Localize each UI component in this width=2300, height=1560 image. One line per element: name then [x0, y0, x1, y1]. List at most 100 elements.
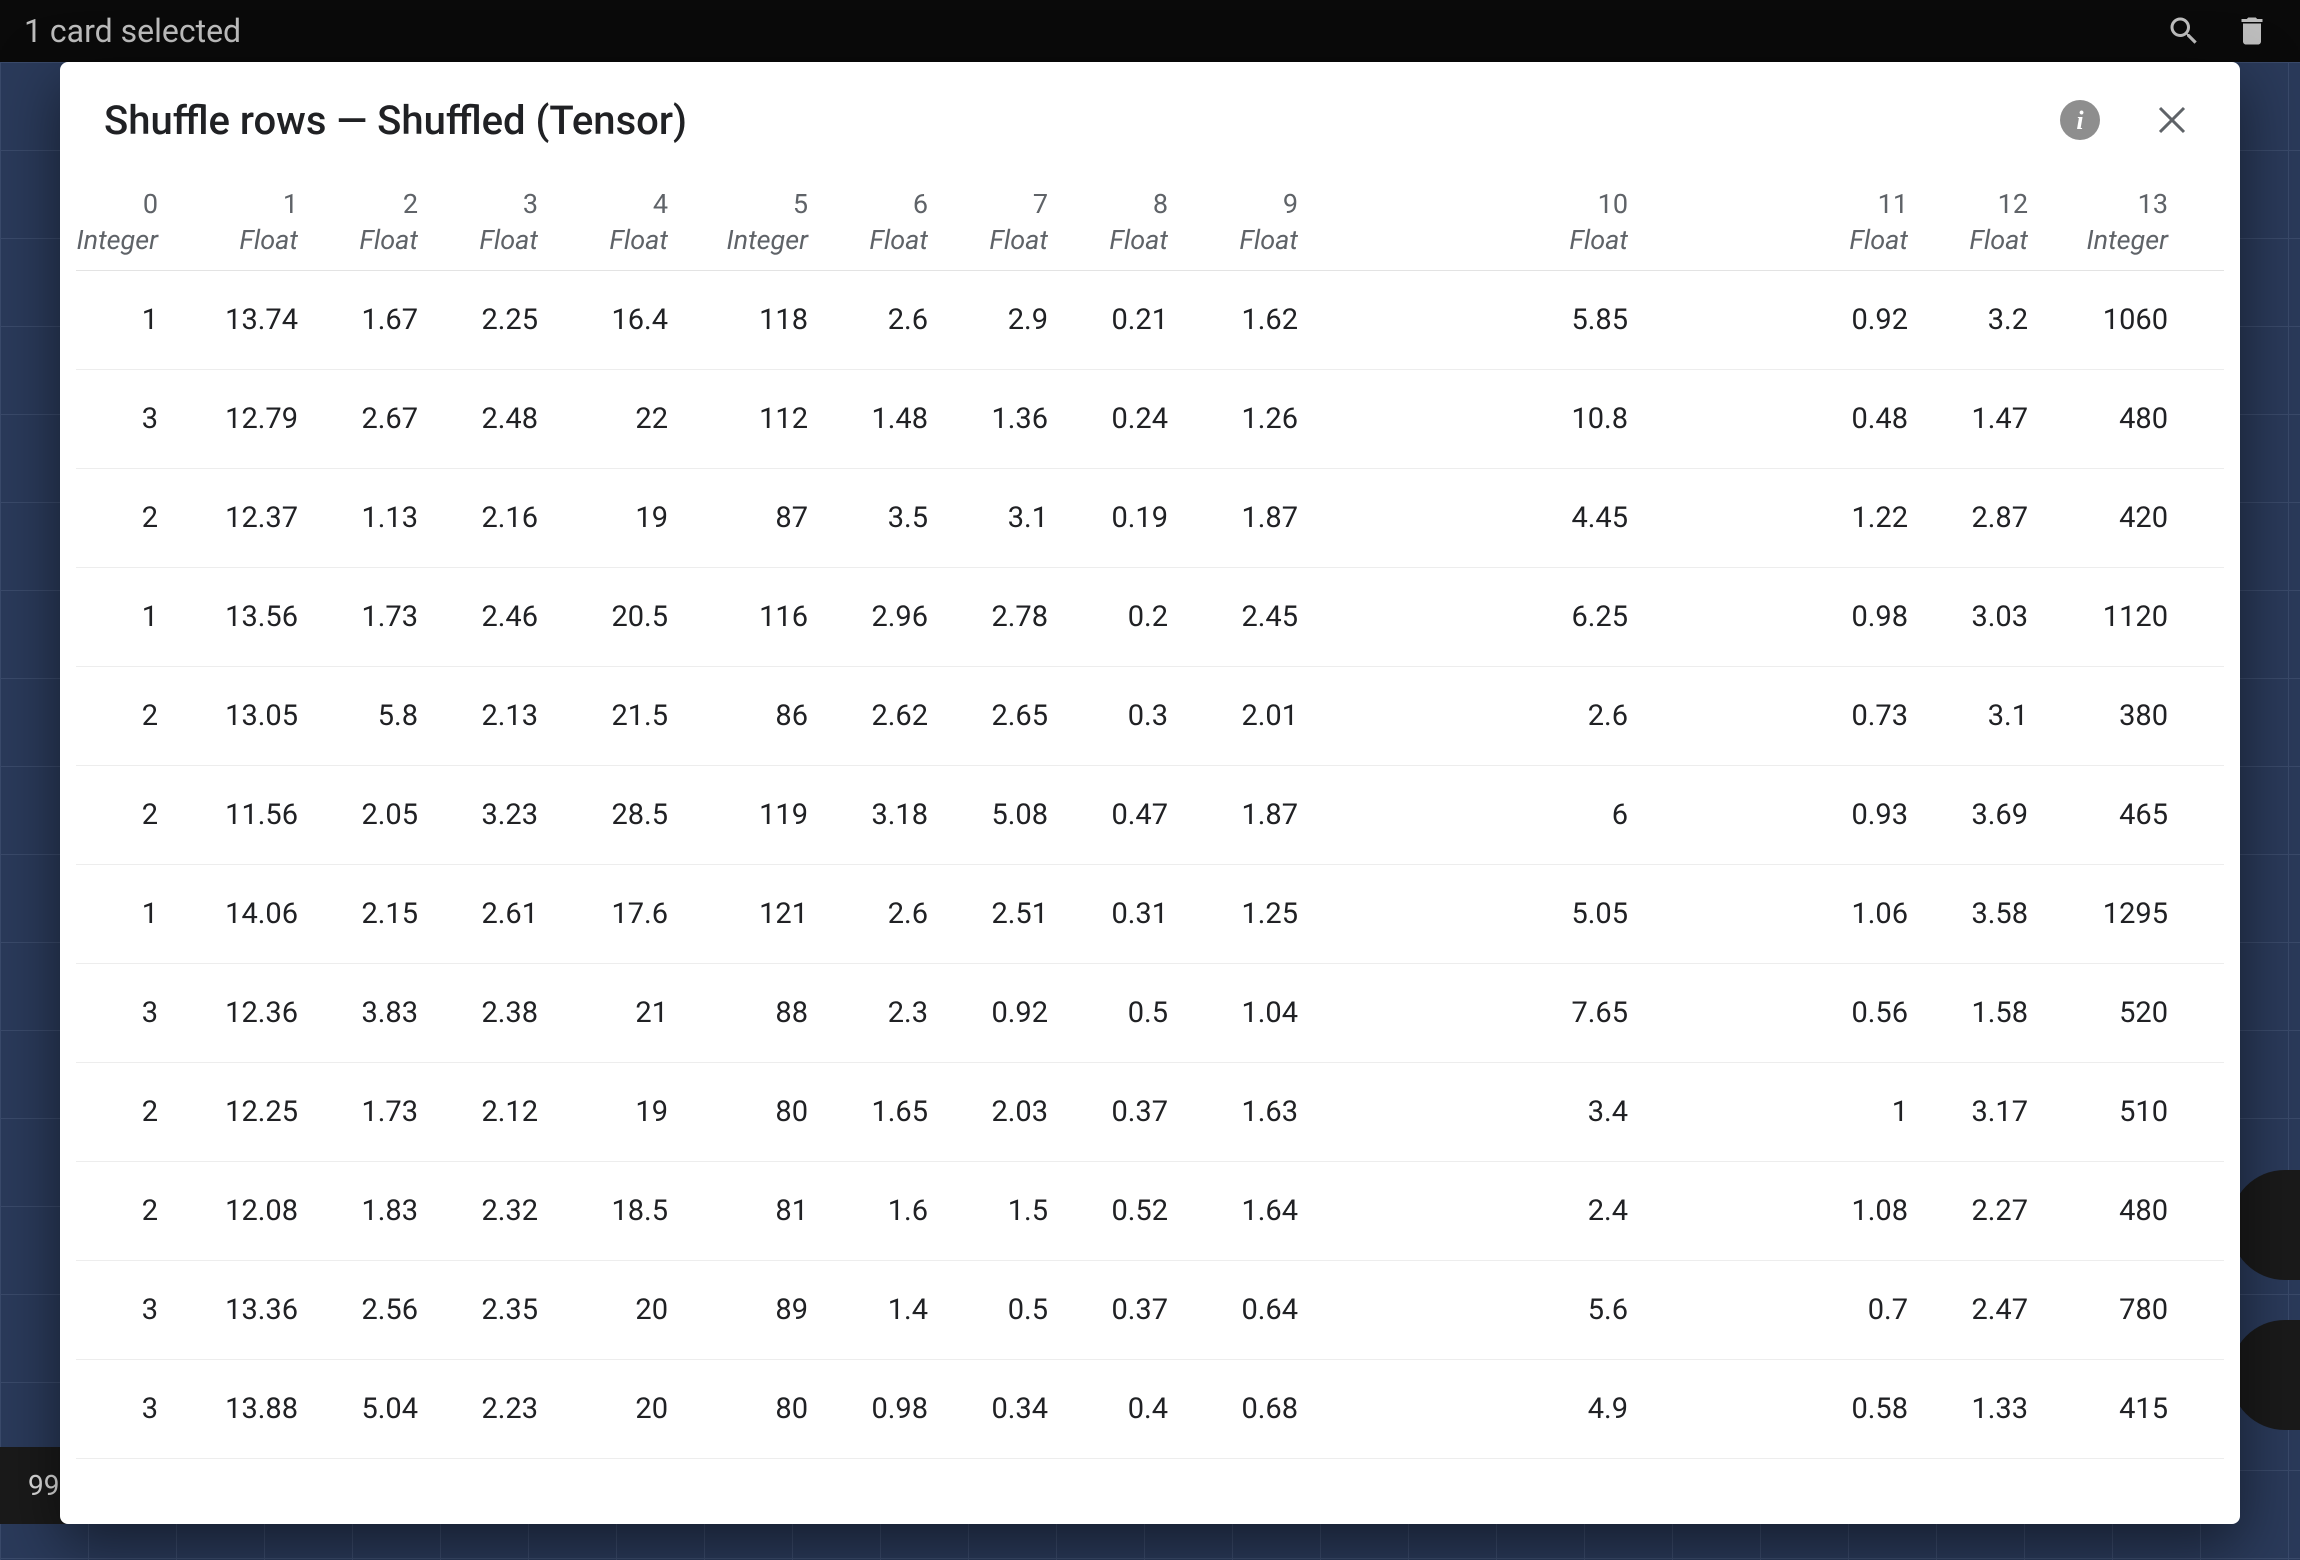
table-row[interactable]: 212.081.832.3218.5811.61.50.521.642.41.0…: [76, 1162, 2224, 1261]
table-cell: 3.2: [1926, 303, 2046, 337]
table-row[interactable]: 211.562.053.2328.51193.185.080.471.8760.…: [76, 766, 2224, 865]
table-cell: 3.1: [1926, 699, 2046, 733]
table-cell: 20: [556, 1293, 686, 1327]
column-index: 7: [946, 188, 1048, 220]
table-cell: 1: [76, 600, 176, 634]
table-row[interactable]: 113.561.732.4620.51162.962.780.22.456.25…: [76, 568, 2224, 667]
table-cell: 465: [2046, 798, 2186, 832]
table-cell: 2.35: [436, 1293, 556, 1327]
table-cell: 0.68: [1186, 1392, 1316, 1426]
table-cell: 19: [556, 1095, 686, 1129]
table-cell: 11.56: [176, 798, 316, 832]
table-cell: 3.17: [1926, 1095, 2046, 1129]
table-row[interactable]: 313.885.042.2320800.980.340.40.684.90.58…: [76, 1360, 2224, 1459]
column-header[interactable]: 4Float: [556, 188, 686, 256]
table-cell: 0.52: [1066, 1194, 1186, 1228]
table-cell: 2.3: [826, 996, 946, 1030]
column-type: Float: [1926, 224, 2028, 256]
table-cell: 415: [2046, 1392, 2186, 1426]
column-header[interactable]: 11Float: [1646, 188, 1926, 256]
table-cell: 0.56: [1646, 996, 1926, 1030]
table-row[interactable]: 312.363.832.3821882.30.920.51.047.650.56…: [76, 964, 2224, 1063]
table-cell: 0.31: [1066, 897, 1186, 931]
table-cell: 3.83: [316, 996, 436, 1030]
table-cell: 1.62: [1186, 303, 1316, 337]
column-header[interactable]: 10Float: [1316, 188, 1646, 256]
table-cell: 81: [686, 1194, 826, 1228]
table-cell: 2.6: [826, 897, 946, 931]
table-cell: 1060: [2046, 303, 2186, 337]
table-cell: 0.64: [1186, 1293, 1316, 1327]
column-header[interactable]: 8Float: [1066, 188, 1186, 256]
table-row[interactable]: 212.251.732.1219801.652.030.371.633.413.…: [76, 1063, 2224, 1162]
table-cell: 5.8: [316, 699, 436, 733]
table-cell: 2.05: [316, 798, 436, 832]
tensor-table: 0Integer1Float2Float3Float4Float5Integer…: [60, 162, 2240, 1524]
table-cell: 1.83: [316, 1194, 436, 1228]
column-header[interactable]: 13Integer: [2046, 188, 2186, 256]
table-row[interactable]: 212.371.132.1619873.53.10.191.874.451.22…: [76, 469, 2224, 568]
search-icon[interactable]: [2160, 7, 2208, 55]
table-cell: 1.5: [946, 1194, 1066, 1228]
table-row[interactable]: 114.062.152.6117.61212.62.510.311.255.05…: [76, 865, 2224, 964]
table-row[interactable]: 313.362.562.3520891.40.50.370.645.60.72.…: [76, 1261, 2224, 1360]
column-header[interactable]: 5Integer: [686, 188, 826, 256]
table-row[interactable]: 213.055.82.1321.5862.622.650.32.012.60.7…: [76, 667, 2224, 766]
table-cell: 0.37: [1066, 1293, 1186, 1327]
table-cell: 3.03: [1926, 600, 2046, 634]
table-cell: 5.08: [946, 798, 1066, 832]
column-header[interactable]: 0Integer: [76, 188, 176, 256]
table-cell: 0.98: [826, 1392, 946, 1426]
table-cell: 3: [76, 996, 176, 1030]
column-header[interactable]: 12Float: [1926, 188, 2046, 256]
table-cell: 1.58: [1926, 996, 2046, 1030]
table-cell: 12.36: [176, 996, 316, 1030]
table-cell: 1.13: [316, 501, 436, 535]
column-header[interactable]: 9Float: [1186, 188, 1316, 256]
column-header[interactable]: 6Float: [826, 188, 946, 256]
table-row[interactable]: 113.741.672.2516.41182.62.90.211.625.850…: [76, 271, 2224, 370]
table-cell: 0.93: [1646, 798, 1926, 832]
table-cell: 2.48: [436, 402, 556, 436]
table-cell: 2.12: [436, 1095, 556, 1129]
column-type: Float: [1316, 224, 1628, 256]
table-cell: 87: [686, 501, 826, 535]
close-icon[interactable]: [2148, 96, 2196, 144]
column-type: Float: [556, 224, 668, 256]
dialog-title: Shuffle rows — Shuffled (Tensor): [104, 97, 687, 144]
column-header[interactable]: 3Float: [436, 188, 556, 256]
table-cell: 2.13: [436, 699, 556, 733]
table-cell: 2.16: [436, 501, 556, 535]
table-row[interactable]: 312.792.672.48221121.481.360.241.2610.80…: [76, 370, 2224, 469]
column-index: 8: [1066, 188, 1168, 220]
table-cell: 2.96: [826, 600, 946, 634]
table-cell: 0.34: [946, 1392, 1066, 1426]
table-cell: 89: [686, 1293, 826, 1327]
column-header[interactable]: 1Float: [176, 188, 316, 256]
table-cell: 13.74: [176, 303, 316, 337]
table-cell: 1120: [2046, 600, 2186, 634]
table-cell: 2: [76, 1194, 176, 1228]
table-cell: 12.37: [176, 501, 316, 535]
table-cell: 1.04: [1186, 996, 1316, 1030]
table-cell: 0.48: [1646, 402, 1926, 436]
table-cell: 1.06: [1646, 897, 1926, 931]
table-cell: 1295: [2046, 897, 2186, 931]
column-type: Integer: [2046, 224, 2168, 256]
info-icon[interactable]: i: [2056, 96, 2104, 144]
table-cell: 17.6: [556, 897, 686, 931]
table-cell: 0.4: [1066, 1392, 1186, 1426]
table-cell: 1.6: [826, 1194, 946, 1228]
table-cell: 1.47: [1926, 402, 2046, 436]
trash-icon[interactable]: [2228, 7, 2276, 55]
table-cell: 2: [76, 501, 176, 535]
column-header[interactable]: 2Float: [316, 188, 436, 256]
table-cell: 2.23: [436, 1392, 556, 1426]
table-cell: 0.73: [1646, 699, 1926, 733]
table-cell: 13.88: [176, 1392, 316, 1426]
column-header[interactable]: 7Float: [946, 188, 1066, 256]
table-cell: 2: [76, 1095, 176, 1129]
table-cell: 2.6: [1316, 699, 1646, 733]
table-cell: 2.47: [1926, 1293, 2046, 1327]
table-cell: 1.65: [826, 1095, 946, 1129]
